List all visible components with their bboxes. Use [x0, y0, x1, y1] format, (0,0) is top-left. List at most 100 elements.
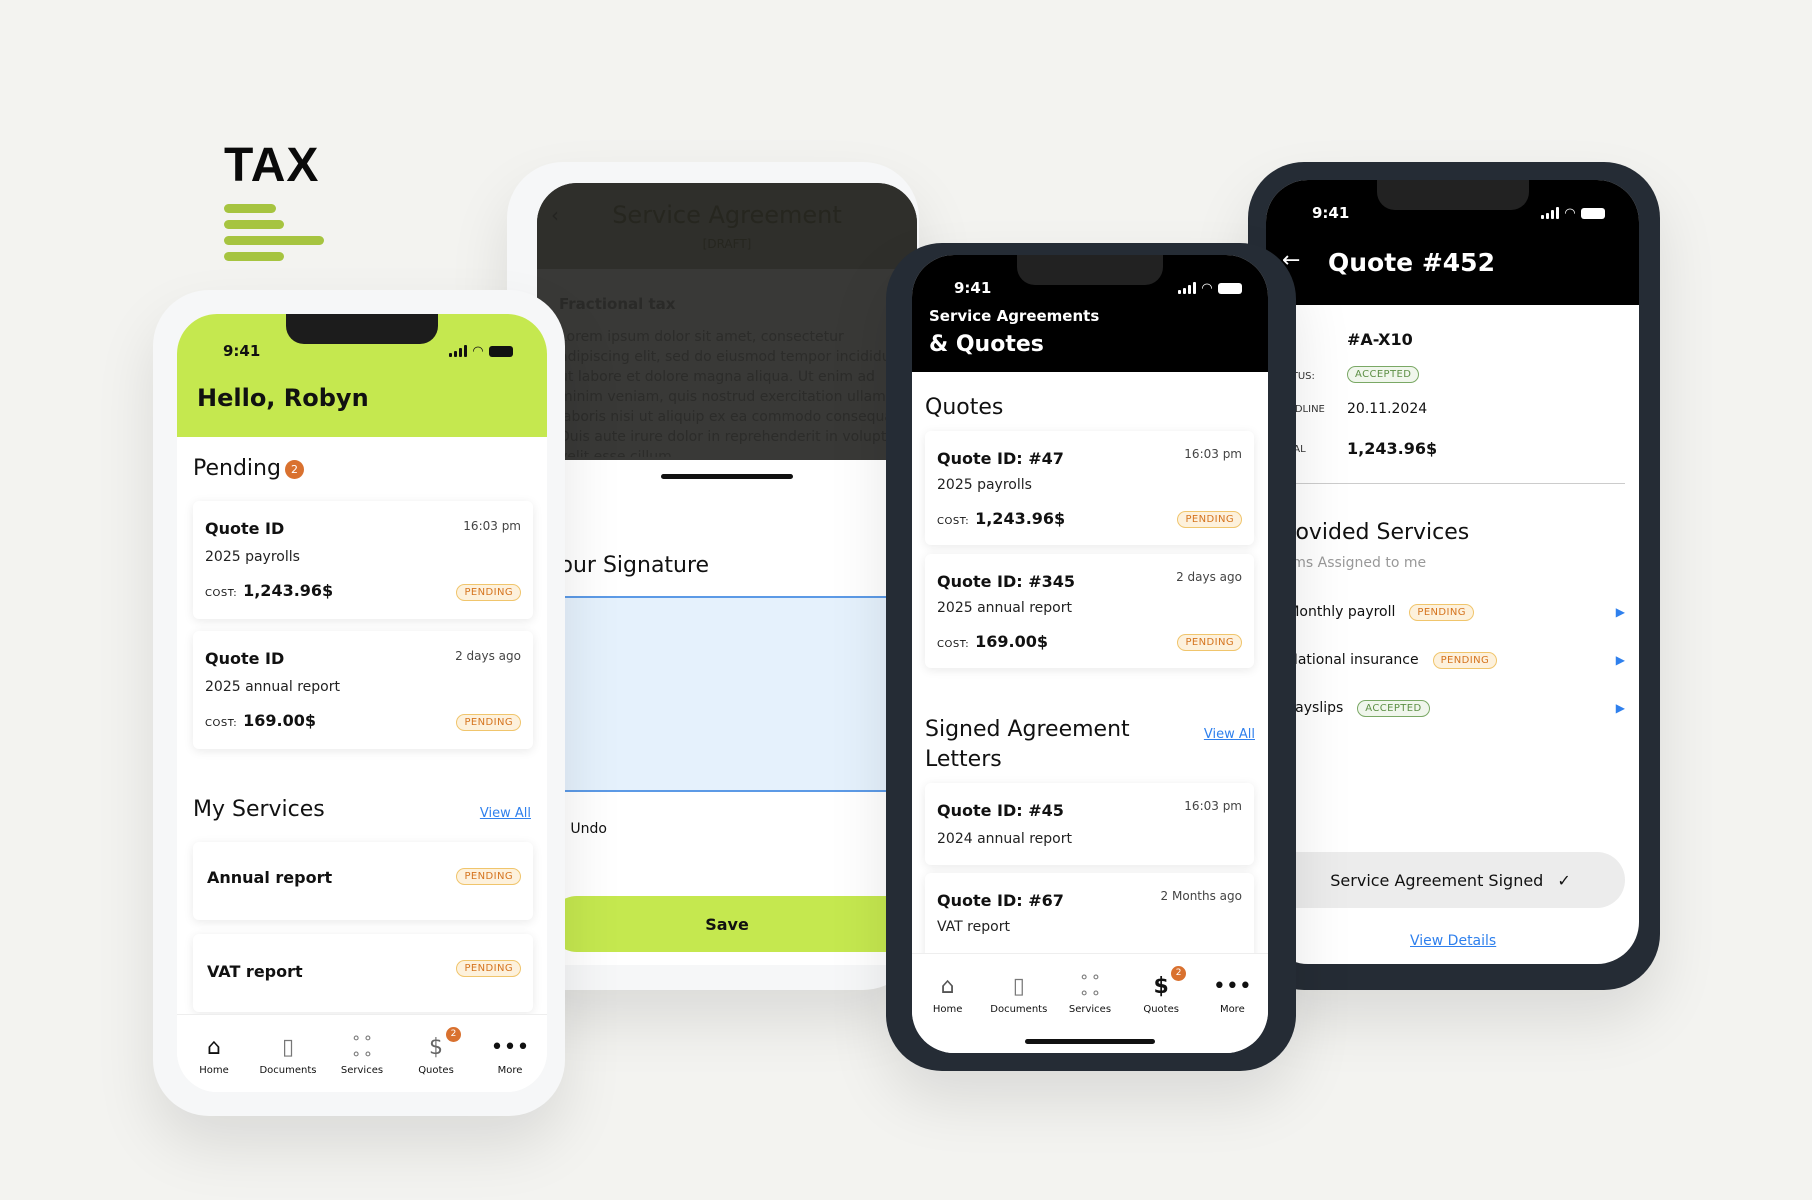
- signed-card[interactable]: Quote ID: #67 2 Months ago VAT report: [925, 873, 1254, 963]
- quote-card[interactable]: Quote ID: #47 16:03 pm 2025 payrolls COS…: [925, 431, 1254, 545]
- wifi-icon: ◠: [1565, 205, 1575, 221]
- tab-documents[interactable]: ▯ Documents: [254, 1033, 322, 1092]
- pending-count-badge: 2: [284, 459, 304, 479]
- chevron-right-icon: ▶: [1615, 605, 1625, 619]
- card-title: Quote ID: [205, 519, 285, 538]
- quote-card[interactable]: Quote ID: #345 2 days ago 2025 annual re…: [925, 554, 1254, 668]
- quote-detail-title: Quote #452: [1328, 248, 1495, 277]
- card-subtitle: 2024 annual report: [937, 831, 1072, 847]
- agreement-subtitle: [DRAFT]: [702, 237, 752, 251]
- service-row[interactable]: 4 Payslips ACCEPTED ▶: [1274, 694, 1625, 722]
- undo-label: Undo: [570, 820, 607, 837]
- service-row[interactable]: 3 National insurance PENDING ▶: [1274, 646, 1625, 674]
- dollar-icon: $: [429, 1034, 443, 1060]
- more-icon: •••: [1212, 973, 1252, 999]
- home-indicator: [1025, 1039, 1155, 1044]
- tab-bar: ⌂ Home ▯ Documents ⚬⚬ ⚬⚬ Services $2 Quotes •…: [912, 953, 1268, 1053]
- deadline-value: 20.11.2024: [1347, 401, 1428, 417]
- logo-bars-icon: [224, 204, 324, 261]
- card-title: Quote ID: #345: [937, 572, 1076, 591]
- total-value: 1,243.96$: [1347, 439, 1438, 458]
- quote-detail-screen: 9:41 ◠ ← Quote #452 #A-X10 STATUS: ACCEP…: [1266, 180, 1639, 964]
- agreement-signed-button[interactable]: Service Agreement Signed ✓: [1266, 852, 1625, 908]
- card-time: 16:03 pm: [463, 519, 521, 533]
- card-subtitle: VAT report: [937, 919, 1010, 935]
- tax-logo: TAX: [224, 142, 324, 268]
- detail-header: 9:41 ◠ ← Quote #452: [1266, 180, 1639, 305]
- tab-home[interactable]: ⌂ Home: [180, 1033, 248, 1092]
- home-screen: 9:41 ◠ Hello, Robyn Pending 2 Quote ID 16…: [177, 314, 547, 1092]
- service-card[interactable]: VAT report PENDING: [193, 934, 533, 1012]
- tab-services[interactable]: ⚬⚬ ⚬⚬ Services: [328, 1031, 396, 1092]
- card-cost: COST: 1,243.96$: [937, 509, 1065, 528]
- status-time: 9:41: [954, 279, 992, 297]
- wifi-icon: ◠: [473, 343, 483, 359]
- cost-value: 169.00$: [975, 632, 1048, 651]
- services-icon: ⚬⚬ ⚬⚬: [350, 1031, 374, 1063]
- logo-text: TAX: [224, 139, 320, 192]
- more-icon: •••: [490, 1034, 530, 1060]
- card-title: Quote ID: #67: [937, 891, 1064, 910]
- tab-bar: ⌂ Home ▯ Documents ⚬⚬ ⚬⚬ Services $2 Quotes •…: [177, 1014, 547, 1092]
- tab-quotes[interactable]: $2 Quotes: [402, 1027, 470, 1092]
- card-time: 2 days ago: [455, 649, 521, 663]
- status-time: 9:41: [1312, 204, 1350, 222]
- provided-services-subtitle: Items Assigned to me: [1274, 555, 1427, 571]
- card-cost: COST: 169.00$: [205, 711, 316, 730]
- view-all-signed-link[interactable]: View All: [1204, 727, 1255, 742]
- agreement-header: ‹ Service Agreement [DRAFT]: [537, 183, 917, 269]
- cost-label: COST:: [937, 516, 970, 527]
- document-icon: ▯: [281, 1034, 295, 1060]
- agreement-overlay: ‹ Service Agreement [DRAFT] Fractional t…: [537, 183, 917, 460]
- battery-icon: [1581, 207, 1605, 219]
- signature-pad[interactable]: [537, 596, 917, 792]
- wifi-icon: ◠: [1202, 280, 1212, 296]
- view-details-link[interactable]: View Details: [1410, 933, 1496, 949]
- card-subtitle: 2025 payrolls: [937, 477, 1032, 493]
- view-all-services-link[interactable]: View All: [480, 806, 531, 821]
- header-line1: Service Agreements: [929, 307, 1100, 325]
- card-subtitle: 2025 payrolls: [205, 549, 300, 565]
- divider: [1274, 483, 1625, 484]
- provided-services-title: Provided Services: [1274, 520, 1470, 545]
- cost-value: 169.00$: [243, 711, 316, 730]
- tab-more[interactable]: ••• More: [1198, 972, 1266, 1053]
- quote-ref: #A-X10: [1347, 330, 1413, 349]
- sheet-handle[interactable]: [661, 474, 793, 479]
- tab-home[interactable]: ⌂ Home: [914, 972, 982, 1053]
- cost-value: 1,243.96$: [975, 509, 1066, 528]
- my-services-title: My Services: [193, 797, 325, 822]
- quote-card[interactable]: Quote ID 16:03 pm 2025 payrolls COST: 1,…: [193, 501, 533, 619]
- save-label: Save: [705, 914, 749, 934]
- status-badge: PENDING: [1177, 511, 1242, 528]
- quote-card[interactable]: Quote ID 2 days ago 2025 annual report C…: [193, 631, 533, 749]
- signal-icon: [449, 345, 467, 357]
- checkmark-icon: ✓: [1557, 870, 1571, 890]
- service-row[interactable]: 2 Monthly payroll PENDING ▶: [1274, 598, 1625, 626]
- header-line2: & Quotes: [929, 332, 1044, 357]
- service-card[interactable]: Annual report PENDING: [193, 842, 533, 920]
- service-name: Annual report: [207, 868, 333, 887]
- status-badge: PENDING: [456, 714, 521, 731]
- pending-label: Pending: [193, 456, 281, 481]
- card-time: 2 days ago: [1176, 570, 1242, 584]
- document-icon: ▯: [1012, 973, 1025, 999]
- card-time: 16:03 pm: [1184, 447, 1242, 461]
- quotes-screen: 9:41 ◠ Service Agreements & Quotes Quote…: [912, 255, 1268, 1053]
- signed-title: Signed Agreement Letters: [925, 715, 1130, 775]
- status-bar: 9:41 ◠: [1266, 188, 1639, 238]
- quotes-header: 9:41 ◠ Service Agreements & Quotes: [912, 255, 1268, 372]
- signed-card[interactable]: Quote ID: #45 16:03 pm 2024 annual repor…: [925, 783, 1254, 865]
- status-badge: PENDING: [456, 868, 521, 885]
- cost-label: COST:: [205, 588, 238, 599]
- agreement-body: Lorem ipsum dolor sit amet, consectetur …: [559, 329, 909, 457]
- tab-more[interactable]: ••• More: [476, 1033, 544, 1092]
- service-name: VAT report: [207, 962, 303, 981]
- card-time: 2 Months ago: [1160, 889, 1242, 903]
- card-title: Quote ID: [205, 649, 285, 668]
- save-button[interactable]: Save: [549, 896, 917, 952]
- chevron-right-icon: ▶: [1615, 653, 1625, 667]
- status-badge: ACCEPTED: [1357, 699, 1430, 717]
- quotes-count-badge: 2: [446, 1027, 461, 1042]
- logo-bar: [224, 252, 284, 261]
